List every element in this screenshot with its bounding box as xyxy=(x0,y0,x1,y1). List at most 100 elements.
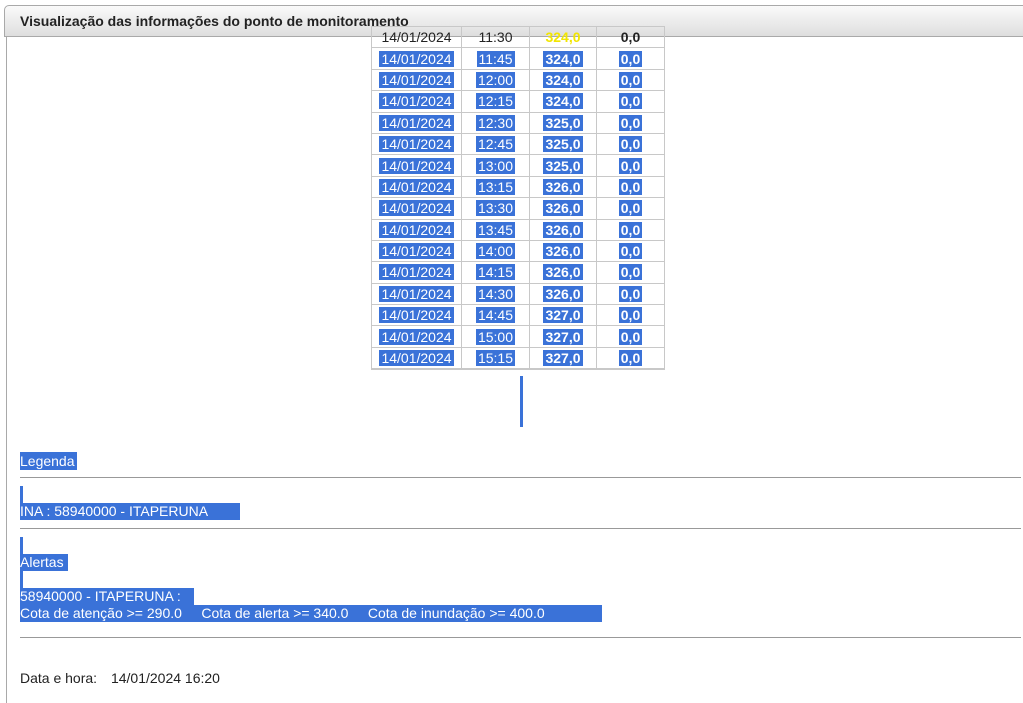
reading-vazao-cell: 0,0 xyxy=(597,27,664,49)
reading-time-cell: 14:15 xyxy=(462,262,530,284)
reading-cota-cell: 326,0 xyxy=(530,198,597,220)
reading-date-cell: 14/01/2024 xyxy=(372,305,462,327)
table-row: 14/01/2024 13:00 325,0 0,0 xyxy=(372,155,664,177)
reading-vazao: 0,0 xyxy=(618,285,643,302)
divider xyxy=(20,637,1021,638)
reading-cota: 327,0 xyxy=(543,350,583,367)
reading-time: 14:45 xyxy=(475,307,516,324)
reading-time: 12:15 xyxy=(475,93,516,110)
reading-cota-cell: 326,0 xyxy=(530,262,597,284)
reading-date-cell: 14/01/2024 xyxy=(372,91,462,113)
reading-time: 12:45 xyxy=(475,136,516,153)
reading-cota-cell: 327,0 xyxy=(530,305,597,327)
reading-cota: 326,0 xyxy=(543,200,583,217)
table-row: 14/01/2024 14:15 326,0 0,0 xyxy=(372,262,664,284)
reading-cota: 324,0 xyxy=(543,50,583,67)
reading-vazao: 0,0 xyxy=(618,50,643,67)
reading-time-cell: 14:00 xyxy=(462,240,530,263)
reading-cota-cell: 327,0 xyxy=(530,326,597,348)
table-row: 14/01/2024 13:30 326,0 0,0 xyxy=(372,198,664,220)
reading-time: 14:30 xyxy=(475,285,516,302)
reading-time-cell: 13:30 xyxy=(462,198,530,220)
table-row: 14/01/2024 12:30 325,0 0,0 xyxy=(372,112,664,134)
reading-cota: 325,0 xyxy=(543,157,583,174)
reading-date: 14/01/2024 xyxy=(379,136,454,153)
reading-vazao: 0,0 xyxy=(618,114,643,131)
readings-table-body: 14/01/2024 11:30 324,0 0,0 14/01/2024 11:45 32… xyxy=(372,27,664,370)
reading-date: 14/01/2024 xyxy=(379,157,454,174)
reading-time: 14:00 xyxy=(475,243,516,260)
reading-vazao: 0,0 xyxy=(618,307,643,324)
reading-cota: 326,0 xyxy=(543,178,583,195)
reading-time-cell: 15:00 xyxy=(462,326,530,348)
reading-date: 14/01/2024 xyxy=(379,243,454,260)
reading-date: 14/01/2024 xyxy=(379,221,454,238)
reading-vazao: 0,0 xyxy=(618,71,643,88)
reading-date-cell: 14/01/2024 xyxy=(372,347,462,370)
reading-time-cell: 12:15 xyxy=(462,91,530,113)
reading-cota-cell: 327,0 xyxy=(530,347,597,370)
reading-date: 14/01/2024 xyxy=(379,200,454,217)
table-row: 14/01/2024 14:45 327,0 0,0 xyxy=(372,305,664,327)
reading-date: 14/01/2024 xyxy=(379,71,454,88)
reading-time: 13:00 xyxy=(475,157,516,174)
reading-vazao-cell: 0,0 xyxy=(597,48,664,70)
reading-vazao: 0,0 xyxy=(618,157,643,174)
selection-bar xyxy=(20,486,23,503)
table-row: 14/01/2024 15:15 327,0 0,0 xyxy=(372,347,664,370)
alerts-heading: Alertas xyxy=(20,554,68,571)
alerts-station: 58940000 - ITAPERUNA : xyxy=(20,588,194,605)
reading-cota-cell: 326,0 xyxy=(530,240,597,263)
reading-time-cell: 14:45 xyxy=(462,305,530,327)
reading-cota-cell: 324,0 xyxy=(530,48,597,70)
datetime-value: 14/01/2024 16:20 xyxy=(110,670,220,686)
table-row: 14/01/2024 12:15 324,0 0,0 xyxy=(372,91,664,113)
reading-date-cell: 14/01/2024 xyxy=(372,198,462,220)
reading-vazao-cell: 0,0 xyxy=(597,220,664,241)
reading-date-cell: 14/01/2024 xyxy=(372,219,462,241)
reading-vazao-cell: 0,0 xyxy=(597,305,664,327)
reading-date-cell: 14/01/2024 xyxy=(372,48,462,70)
alerts-levels: Cota de atenção >= 290.0 Cota de alerta … xyxy=(20,605,602,622)
reading-cota-cell: 324,0 xyxy=(530,69,597,92)
reading-date: 14/01/2024 xyxy=(379,264,454,281)
legend-heading: Legenda xyxy=(20,452,77,470)
table-row: 14/01/2024 14:00 326,0 0,0 xyxy=(372,240,664,263)
table-row: 14/01/2024 13:45 326,0 0,0 xyxy=(372,219,664,241)
reading-vazao: 0,0 xyxy=(618,200,643,217)
reading-vazao: 0,0 xyxy=(618,243,643,260)
reading-cota-cell: 325,0 xyxy=(530,155,597,177)
table-row: 14/01/2024 15:00 327,0 0,0 xyxy=(372,326,664,348)
reading-date-cell: 14/01/2024 xyxy=(372,155,462,177)
reading-date-cell: 14/01/2024 xyxy=(372,283,462,306)
reading-time-cell: 11:30 xyxy=(462,27,530,49)
reading-date-cell: 14/01/2024 xyxy=(372,176,462,199)
reading-date: 14/01/2024 xyxy=(379,350,454,367)
divider xyxy=(20,477,1021,478)
reading-time-cell: 13:45 xyxy=(462,219,530,241)
datetime-label: Data e hora: xyxy=(20,670,98,686)
reading-date: 14/01/2024 xyxy=(379,307,454,324)
reading-vazao: 0,0 xyxy=(618,178,643,195)
reading-time-cell: 13:15 xyxy=(462,176,530,199)
reading-time: 11:30 xyxy=(478,29,513,46)
reading-vazao: 0,0 xyxy=(618,221,643,238)
reading-time: 13:30 xyxy=(475,200,516,217)
reading-vazao-cell: 0,0 xyxy=(597,134,664,156)
reading-cota: 324,0 xyxy=(543,71,583,88)
divider xyxy=(20,528,1021,529)
reading-vazao-cell: 0,0 xyxy=(597,113,664,134)
reading-vazao-cell: 0,0 xyxy=(597,241,664,263)
reading-vazao-cell: 0,0 xyxy=(597,91,664,113)
reading-cota: 327,0 xyxy=(543,328,583,345)
reading-date: 14/01/2024 xyxy=(379,93,454,110)
datetime-footer: Data e hora: 14/01/2024 16:20 xyxy=(20,670,220,686)
table-row: 14/01/2024 11:45 324,0 0,0 xyxy=(372,48,664,70)
selection-bar xyxy=(20,537,23,554)
reading-vazao: 0,0 xyxy=(618,264,643,281)
dialog-title: Visualização das informações do ponto de… xyxy=(20,13,409,29)
reading-vazao: 0,0 xyxy=(618,328,643,345)
reading-time-cell: 15:15 xyxy=(462,347,530,370)
reading-time-cell: 13:00 xyxy=(462,155,530,177)
reading-vazao: 0,0 xyxy=(618,136,643,153)
